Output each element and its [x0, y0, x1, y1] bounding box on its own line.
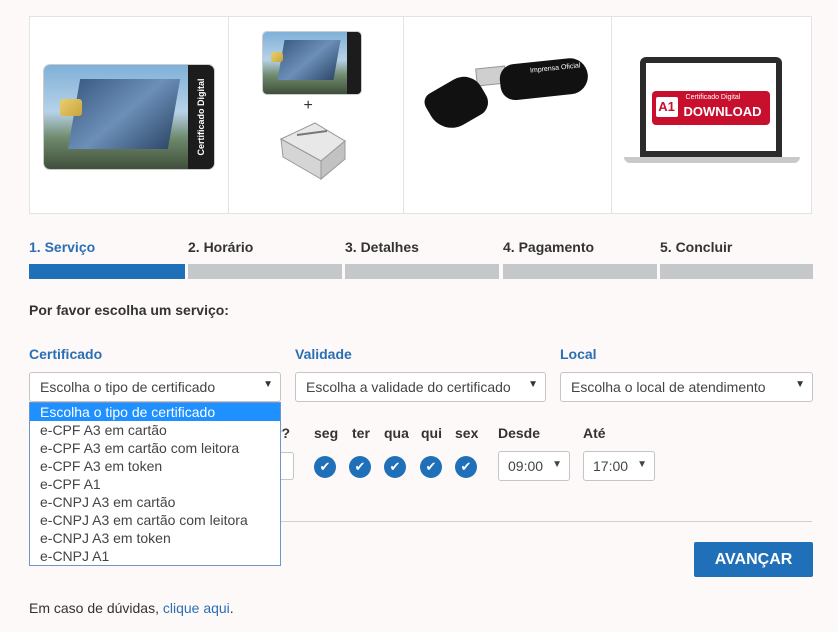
- validade-select[interactable]: Escolha a validade do certificado ▼: [295, 372, 546, 402]
- validade-label: Validade: [295, 346, 352, 362]
- dropdown-arrow-icon: ▼: [552, 459, 562, 470]
- dropdown-option[interactable]: Escolha o tipo de certificado: [30, 403, 280, 421]
- laptop-base: [623, 157, 800, 163]
- step-pagamento-bar: [503, 264, 657, 279]
- local-label: Local: [560, 346, 597, 362]
- product-card-image: Certificado Digital: [30, 17, 229, 213]
- desde-value: 09:00: [508, 458, 544, 474]
- local-select-value: Escolha o local de atendimento: [571, 379, 766, 395]
- desde-select[interactable]: 09:00 ▼: [498, 451, 570, 481]
- day-qua-checkbox[interactable]: ✔: [384, 456, 406, 478]
- day-qui-checkbox[interactable]: ✔: [420, 456, 442, 478]
- next-button[interactable]: AVANÇAR: [694, 542, 813, 577]
- day-ter-checkbox[interactable]: ✔: [349, 456, 371, 478]
- certificado-select[interactable]: Escolha o tipo de certificado ▼: [29, 372, 281, 402]
- dropdown-option[interactable]: e-CNPJ A3 em cartão: [30, 493, 280, 511]
- step-detalhes-bar: [345, 264, 499, 279]
- day-ter-label: ter: [352, 425, 370, 441]
- card-reader-icon: [279, 122, 346, 181]
- desde-label: Desde: [498, 425, 541, 441]
- certificado-dropdown-list[interactable]: Escolha o tipo de certificado e-CPF A3 e…: [29, 402, 281, 566]
- day-sex-checkbox[interactable]: ✔: [455, 456, 477, 478]
- certificado-select-value: Escolha o tipo de certificado: [40, 379, 216, 395]
- dropdown-arrow-icon: ▼: [795, 379, 805, 390]
- help-link[interactable]: clique aqui: [163, 600, 230, 616]
- step-concluir-bar: [660, 264, 813, 279]
- help-prefix: Em caso de dúvidas,: [29, 600, 163, 616]
- download-sub-label: Certificado Digital: [685, 94, 741, 101]
- dropdown-option[interactable]: e-CPF A1: [30, 475, 280, 493]
- a1-label: A1: [655, 97, 678, 117]
- dropdown-option[interactable]: e-CPF A3 em token: [30, 457, 280, 475]
- smart-card-image: Certificado Digital: [44, 65, 214, 169]
- dropdown-arrow-icon: ▼: [263, 379, 273, 390]
- plus-sign: +: [303, 97, 313, 114]
- laptop-icon: A1 Certificado Digital DOWNLOAD: [639, 57, 782, 157]
- download-badge: A1 Certificado Digital DOWNLOAD: [651, 91, 770, 125]
- product-card-reader-image: +: [229, 17, 405, 213]
- step-detalhes-label: 3. Detalhes: [345, 239, 419, 255]
- help-suffix: .: [229, 600, 234, 616]
- day-seg-checkbox[interactable]: ✔: [314, 456, 336, 478]
- step-servico-label: 1. Serviço: [29, 239, 96, 255]
- day-qui-label: qui: [421, 425, 442, 441]
- help-text: Em caso de dúvidas, clique aqui.: [29, 600, 234, 616]
- certificado-label: Certificado: [29, 346, 103, 362]
- dropdown-option[interactable]: e-CPF A3 em cartão: [30, 421, 280, 439]
- dropdown-arrow-icon: ▼: [637, 459, 647, 470]
- step-concluir-label: 5. Concluir: [660, 239, 733, 255]
- card-label: Certificado Digital: [196, 78, 206, 156]
- product-images-row: Certificado Digital + Imprensa Oficial A…: [29, 16, 812, 214]
- ate-label: Até: [583, 425, 606, 441]
- day-sex-label: sex: [455, 425, 479, 441]
- local-select[interactable]: Escolha o local de atendimento ▼: [560, 372, 813, 402]
- dropdown-option[interactable]: e-CPF A3 em cartão com leitora: [30, 439, 280, 457]
- smart-card-image: [262, 32, 361, 94]
- chip-icon: [60, 99, 82, 116]
- ate-select[interactable]: 17:00 ▼: [583, 451, 655, 481]
- step-horario-bar: [188, 264, 342, 279]
- service-prompt: Por favor escolha um serviço:: [29, 302, 229, 318]
- step-horario-label: 2. Horário: [188, 239, 254, 255]
- product-download-image: A1 Certificado Digital DOWNLOAD: [612, 17, 811, 213]
- download-label: DOWNLOAD: [683, 104, 762, 119]
- dropdown-option[interactable]: e-CNPJ A1: [30, 547, 280, 565]
- step-pagamento-label: 4. Pagamento: [503, 239, 595, 255]
- validade-select-value: Escolha a validade do certificado: [306, 379, 511, 395]
- step-servico-bar: [29, 264, 185, 279]
- dropdown-option[interactable]: e-CNPJ A3 em cartão com leitora: [30, 511, 280, 529]
- day-seg-label: seg: [314, 425, 339, 441]
- dropdown-arrow-icon: ▼: [528, 379, 538, 390]
- chip-icon: [270, 52, 283, 62]
- day-qua-label: qua: [384, 425, 409, 441]
- ate-value: 17:00: [593, 458, 629, 474]
- product-token-image: Imprensa Oficial: [404, 17, 612, 213]
- dropdown-option[interactable]: e-CNPJ A3 em token: [30, 529, 280, 547]
